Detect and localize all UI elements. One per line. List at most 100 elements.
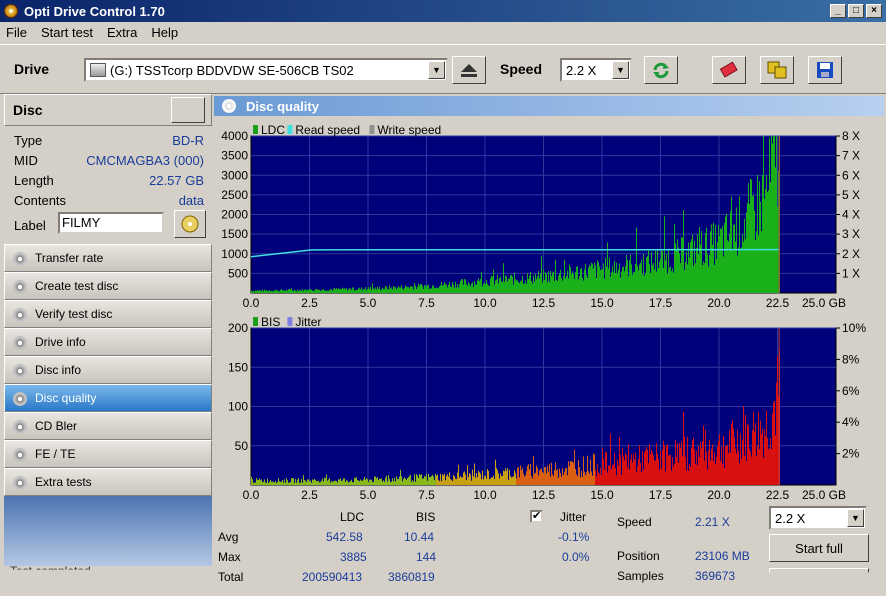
ldc-bar — [620, 277, 621, 293]
ldc-bar — [706, 227, 707, 293]
ldc-bar — [533, 275, 534, 293]
bis-bar — [260, 480, 261, 485]
ldc-bar — [282, 290, 283, 293]
ldc-bar — [365, 287, 366, 293]
label-input[interactable]: FILMY — [58, 212, 164, 234]
chevron-down-icon[interactable]: ▼ — [428, 61, 445, 79]
drive-select[interactable]: (G:) TSSTcorp BDDVDW SE-506CB TS02 ▼ — [84, 58, 448, 82]
ldc-bar — [674, 224, 675, 293]
bis-bar — [634, 459, 635, 485]
disc-field-length: Length 22.57 GB — [14, 173, 204, 188]
bis-bar — [677, 443, 678, 485]
disc-header-button[interactable] — [171, 97, 205, 123]
ldc-bar — [451, 287, 452, 293]
ldc-bar — [695, 263, 696, 293]
ldc-bar — [555, 259, 556, 293]
y2-tick-label: 8 X — [842, 129, 860, 143]
ldc-bar — [359, 287, 360, 293]
test-speed-select[interactable]: 2.2 X ▼ — [769, 506, 867, 530]
nav-item-transfer-rate[interactable]: Transfer rate — [4, 244, 212, 272]
bis-bar — [538, 475, 539, 485]
bis-bar — [337, 482, 338, 485]
bis-bar — [259, 478, 260, 485]
ldc-bar — [586, 274, 587, 293]
disc-field-contents: Contents data — [14, 193, 204, 208]
ldc-bar — [642, 274, 643, 293]
chevron-down-icon[interactable]: ▼ — [847, 509, 864, 527]
ldc-bar — [364, 289, 365, 293]
menu-help[interactable]: Help — [151, 25, 178, 40]
bis-bar — [302, 482, 303, 485]
ldc-bar — [664, 216, 665, 293]
ldc-bar — [583, 280, 584, 293]
menu-file[interactable]: File — [6, 25, 27, 40]
ldc-bar — [295, 290, 296, 293]
nav-item-extra-tests[interactable]: Extra tests — [4, 468, 212, 496]
start-button[interactable]: Start — [769, 568, 869, 573]
ldc-bar — [764, 198, 765, 293]
nav-item-fe-te[interactable]: FE / TE — [4, 440, 212, 468]
ldc-bar — [513, 284, 514, 293]
jitter-checkbox[interactable]: ✔ — [530, 510, 543, 523]
ldc-bar — [294, 289, 295, 293]
bis-bar — [590, 459, 591, 485]
bis-bar — [440, 473, 441, 485]
bis-bar — [718, 440, 719, 485]
bis-bar — [334, 480, 335, 485]
ldc-bar — [517, 280, 518, 293]
ldc-bar — [652, 265, 653, 293]
jitter-max: 0.0% — [562, 550, 590, 564]
ldc-bar — [597, 260, 598, 293]
bis-bar — [682, 455, 683, 485]
ldc-bar — [383, 288, 384, 293]
ldc-bar — [684, 270, 685, 293]
nav-item-create-test-disc[interactable]: Create test disc — [4, 272, 212, 300]
bis-bar — [608, 465, 609, 485]
maximize-button[interactable]: □ — [848, 4, 864, 18]
ldc-bar — [423, 289, 424, 293]
ldc-bar — [724, 223, 725, 293]
menu-start-test[interactable]: Start test — [41, 25, 93, 40]
y-tick-label: 3500 — [221, 149, 248, 163]
bis-bar — [626, 455, 627, 485]
chevron-down-icon[interactable]: ▼ — [612, 61, 629, 79]
erase-button[interactable] — [712, 56, 746, 84]
ldc-bar — [500, 276, 501, 293]
bis-bar — [544, 467, 545, 485]
nav-item-verify-test-disc[interactable]: Verify test disc — [4, 300, 212, 328]
copy-button[interactable] — [760, 56, 794, 84]
bis-bar — [320, 481, 321, 485]
label-button[interactable] — [174, 210, 206, 238]
bis-bar — [394, 477, 395, 485]
eject-button[interactable] — [452, 56, 486, 84]
nav-item-drive-info[interactable]: Drive info — [4, 328, 212, 356]
ldc-bar — [482, 286, 483, 293]
floppy-icon — [817, 62, 833, 78]
bis-bar — [576, 474, 577, 485]
bis-bar — [439, 481, 440, 485]
nav-item-disc-quality[interactable]: Disc quality — [4, 384, 212, 412]
ldc-bar — [470, 286, 471, 293]
bis-bar — [672, 457, 673, 485]
start-full-button[interactable]: Start full — [769, 534, 869, 562]
bis-bar — [456, 479, 457, 485]
bis-bar — [455, 478, 456, 485]
nav-item-cd-bler[interactable]: CD Bler — [4, 412, 212, 440]
bis-bar — [658, 459, 659, 485]
bis-bar — [563, 474, 564, 485]
save-button[interactable] — [808, 56, 842, 84]
ldc-bar — [335, 289, 336, 293]
refresh-button[interactable] — [644, 56, 678, 84]
ldc-bar — [455, 281, 456, 293]
bis-bar — [308, 479, 309, 485]
speed-select[interactable]: 2.2 X ▼ — [560, 58, 632, 82]
bis-bar — [670, 454, 671, 485]
nav-item-disc-info[interactable]: Disc info — [4, 356, 212, 384]
ldc-bar — [744, 218, 745, 293]
minimize-button[interactable]: _ — [830, 4, 846, 18]
bis-bar — [772, 413, 773, 485]
ldc-bar — [273, 290, 274, 293]
ldc-bar — [542, 282, 543, 293]
close-button[interactable]: × — [866, 4, 882, 18]
menu-extra[interactable]: Extra — [107, 25, 137, 40]
